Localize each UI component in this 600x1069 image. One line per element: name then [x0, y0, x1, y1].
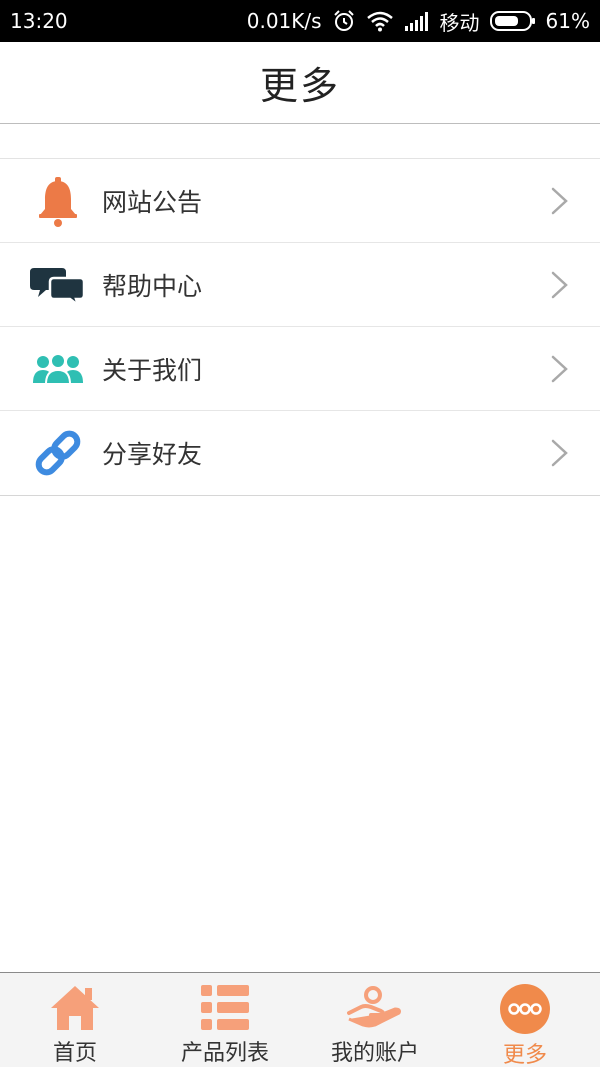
wifi-icon — [366, 10, 394, 32]
menu-item-announcements[interactable]: 网站公告 — [0, 159, 600, 243]
hand-coin-icon — [347, 983, 403, 1033]
tab-my-account[interactable]: 我的账户 — [300, 973, 450, 1067]
battery-icon — [489, 10, 536, 32]
tab-label: 更多 — [502, 1043, 547, 1068]
alarm-icon — [332, 9, 356, 33]
tab-label: 首页 — [52, 1041, 97, 1066]
menu-item-label: 关于我们 — [102, 355, 203, 385]
more-icon — [499, 983, 551, 1035]
tab-label: 产品列表 — [180, 1041, 269, 1066]
carrier: 移动 — [439, 10, 480, 35]
users-icon — [28, 341, 88, 397]
chat-bubbles-icon — [28, 257, 88, 313]
menu-item-share-friends[interactable]: 分享好友 — [0, 411, 600, 495]
status-time: 13:20 — [10, 9, 68, 33]
page-title: 更多 — [259, 64, 340, 108]
chevron-right-icon — [550, 354, 570, 384]
page-header: 更多 — [0, 42, 600, 124]
link-icon — [28, 425, 88, 481]
network-speed: 0.01K/s — [246, 9, 322, 33]
content-area: 网站公告 帮助中心 关于我们 分享好友 — [0, 124, 600, 972]
battery-percent: 61% — [545, 9, 590, 33]
signal-icon — [404, 10, 430, 32]
bottom-tab-bar: 首页 产品列表 我的账户 更多 — [0, 972, 600, 1068]
menu-list: 网站公告 帮助中心 关于我们 分享好友 — [0, 158, 600, 496]
status-right: 0.01K/s 移动 61% — [247, 7, 590, 36]
home-icon — [49, 983, 101, 1033]
chevron-right-icon — [550, 438, 570, 468]
menu-item-label: 帮助中心 — [102, 271, 203, 301]
tab-label: 我的账户 — [330, 1041, 419, 1066]
tab-home[interactable]: 首页 — [0, 973, 150, 1067]
tab-more[interactable]: 更多 — [450, 973, 600, 1068]
bell-icon — [28, 173, 88, 229]
list-icon — [200, 983, 250, 1033]
menu-item-about-us[interactable]: 关于我们 — [0, 327, 600, 411]
chevron-right-icon — [550, 186, 570, 216]
tab-product-list[interactable]: 产品列表 — [150, 973, 300, 1067]
menu-item-help-center[interactable]: 帮助中心 — [0, 243, 600, 327]
menu-item-label: 分享好友 — [102, 440, 203, 469]
status-bar: 13:20 0.01K/s 移动 61% — [0, 0, 600, 42]
menu-item-label: 网站公告 — [102, 187, 203, 217]
chevron-right-icon — [550, 270, 570, 300]
